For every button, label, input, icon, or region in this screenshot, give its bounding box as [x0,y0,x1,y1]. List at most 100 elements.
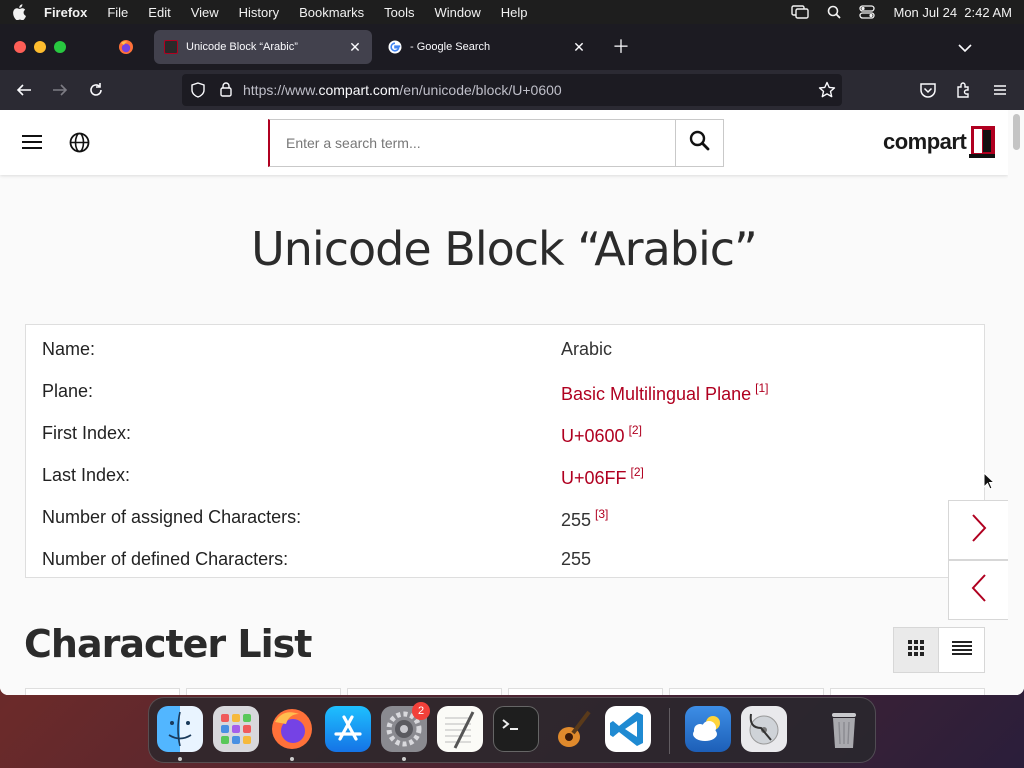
tracking-protection-shield-icon[interactable] [190,82,206,103]
site-search-input[interactable] [270,120,675,166]
screen-mirroring-icon[interactable] [791,5,810,19]
search-icon [689,130,710,156]
compart-logo-mark-icon [969,126,997,158]
tab-google-search[interactable]: - Google Search ✕ [378,30,596,64]
google-favicon-icon [388,40,402,54]
terminal-icon[interactable] [493,706,539,752]
new-tab-icon[interactable]: ＋ [612,38,630,56]
previous-block-button[interactable] [948,560,1010,620]
menu-history[interactable]: History [239,5,279,20]
back-icon[interactable] [15,81,33,99]
list-icon [951,640,972,660]
url-prefix: https://www. [243,82,319,98]
footnote-ref[interactable]: [1] [755,381,768,395]
info-value: U+0600 [2] [561,423,642,447]
footnote-ref[interactable]: [2] [631,465,644,479]
weather-icon[interactable] [685,706,731,752]
character-cell[interactable] [669,688,824,695]
close-tab-icon[interactable]: ✕ [348,40,362,54]
menu-view[interactable]: View [191,5,219,20]
extensions-icon[interactable] [955,81,973,99]
pocket-icon[interactable] [919,81,937,99]
info-row-plane: Plane: Basic Multilingual Plane [1] [26,369,986,411]
hamburger-menu-icon[interactable] [22,134,42,150]
character-list-heading: Character List [24,622,312,666]
url-bar[interactable]: https://www.compart.com/en/unicode/block… [182,74,842,106]
firefox-view-icon[interactable] [118,39,134,55]
list-all-tabs-icon[interactable] [958,40,972,58]
site-search-button[interactable] [675,120,723,166]
menu-help[interactable]: Help [501,5,528,20]
site-header: compart [0,110,1008,175]
menu-app-firefox[interactable]: Firefox [44,5,87,20]
character-cell[interactable] [830,688,985,695]
menu-tools[interactable]: Tools [384,5,414,20]
control-center-icon[interactable] [859,5,876,19]
vscode-icon[interactable] [605,706,651,752]
menu-bookmarks[interactable]: Bookmarks [299,5,364,20]
list-view-button[interactable] [939,628,984,672]
menu-window[interactable]: Window [435,5,481,20]
url-domain: compart.com [318,82,400,98]
footnote-ref[interactable]: [2] [629,423,642,437]
character-cell[interactable] [25,688,180,695]
info-key: Last Index: [42,465,131,485]
last-index-link[interactable]: U+06FF [561,468,627,488]
menubar-clock[interactable]: Mon Jul 24 2:42 AM [893,5,1012,20]
trash-icon[interactable] [821,706,867,752]
info-row-last-index: Last Index: U+06FF [2] [26,453,986,495]
reload-icon[interactable] [87,81,105,99]
next-block-button[interactable] [948,500,1010,560]
page-scrollbar[interactable] [1008,110,1024,695]
grid-icon [908,639,924,661]
menu-file[interactable]: File [107,5,128,20]
language-globe-icon[interactable] [69,132,90,153]
info-value: 255 [3] [561,507,608,531]
first-index-link[interactable]: U+0600 [561,426,625,446]
close-window-button[interactable] [14,41,26,53]
zoom-window-button[interactable] [54,41,66,53]
menu-edit[interactable]: Edit [148,5,170,20]
tab-bar: Unicode Block “Arabic” ✕ - Google Search… [0,24,1024,70]
minimize-window-button[interactable] [34,41,46,53]
character-cell[interactable] [347,688,502,695]
navigation-toolbar: https://www.compart.com/en/unicode/block… [0,70,1024,110]
plane-link[interactable]: Basic Multilingual Plane [561,384,751,404]
finder-icon[interactable] [157,706,203,752]
running-indicator [178,757,182,761]
site-search-box [268,119,724,167]
character-cell[interactable] [508,688,663,695]
tab-unicode-block[interactable]: Unicode Block “Arabic” ✕ [154,30,372,64]
character-cell[interactable] [186,688,341,695]
close-tab-icon[interactable]: ✕ [572,40,586,54]
forward-icon[interactable] [51,81,69,99]
app-menu-icon[interactable] [991,81,1009,99]
grid-view-button[interactable] [894,628,940,672]
url-path: /en/unicode/block/U+0600 [399,82,562,98]
spotlight-search-icon[interactable] [827,5,842,19]
footnote-ref[interactable]: [3] [595,507,608,521]
info-value: Arabic [561,339,613,359]
running-indicator [290,757,294,761]
bookmark-star-icon[interactable] [818,81,836,104]
dock: 2 [148,697,876,763]
scrollbar-thumb[interactable] [1013,114,1020,150]
app-store-icon[interactable] [325,706,371,752]
firefox-icon[interactable] [269,706,315,752]
assigned-count: 255 [561,510,592,530]
info-value: U+06FF [2] [561,465,644,489]
info-row-first-index: First Index: U+0600 [2] [26,411,986,453]
textedit-icon[interactable] [437,706,483,752]
lock-icon[interactable] [219,81,233,103]
info-value: Basic Multilingual Plane [1] [561,381,768,405]
launchpad-icon[interactable] [213,706,259,752]
dock-separator [669,708,670,754]
info-key: Number of assigned Characters: [42,507,302,527]
url-text[interactable]: https://www.compart.com/en/unicode/block… [243,82,562,98]
disk-utility-icon[interactable] [741,706,787,752]
garageband-icon[interactable] [549,706,595,752]
apple-icon[interactable] [12,4,26,20]
page-title: Unicode Block “Arabic” [251,222,758,276]
block-info-table: Name: Arabic Plane: Basic Multilingual P… [25,324,985,578]
compart-logo[interactable]: compart [883,126,997,158]
